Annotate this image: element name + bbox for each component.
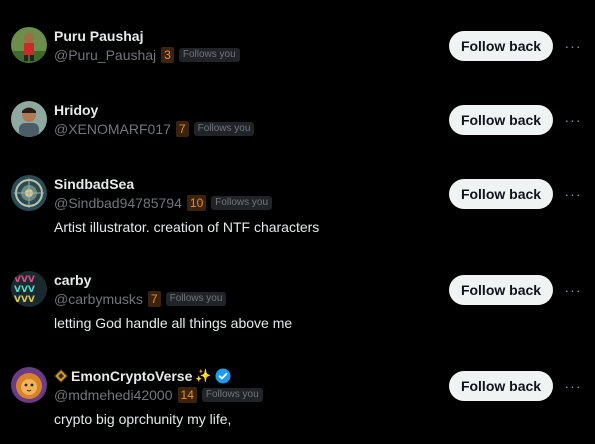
follow-back-button[interactable]: Follow back [449,31,553,61]
user-row[interactable]: VVV VVV VVV carby @carbymusks 7 Follows yo… [0,244,595,340]
user-name[interactable]: Puru Paushaj [54,28,143,44]
count-badge: 14 [177,387,197,403]
user-name[interactable]: Hridoy [54,102,98,118]
follow-back-button[interactable]: Follow back [449,371,553,401]
follow-back-button[interactable]: Follow back [449,105,553,135]
ornament-avatar[interactable] [11,175,47,211]
follows-you-badge: Follows you [211,196,273,210]
user-name[interactable]: SindbadSea [54,176,134,192]
lion-avatar[interactable] [11,367,47,403]
more-options-icon[interactable]: ··· [563,378,583,394]
handle-line: @Puru_Paushaj 3 Follows you [54,47,240,63]
handle-line: @mdmehedi42000 14 Follows you [54,387,263,403]
follow-back-button[interactable]: Follow back [449,179,553,209]
user-handle[interactable]: @XENOMARF017 [54,121,171,137]
user-row[interactable]: EmonCryptoVerse ✨ @mdmehedi42000 14 Foll… [0,340,595,444]
count-badge: 7 [175,121,189,137]
follows-you-badge: Follows you [201,388,263,402]
sparkle-icon: ✨ [195,368,212,383]
svg-text:VVV: VVV [14,295,35,305]
count-badge: 3 [161,47,174,63]
follows-you-badge: Follows you [165,292,227,306]
svg-text:VVV: VVV [14,285,35,295]
user-handle[interactable]: @Puru_Paushaj [54,47,156,63]
portrait-avatar[interactable] [11,101,47,137]
more-options-icon[interactable]: ··· [563,282,583,298]
user-handle[interactable]: @Sindbad94785794 [54,195,182,211]
more-options-icon[interactable]: ··· [563,38,583,54]
handle-line: @carbymusks 7 Follows you [54,291,227,307]
user-bio: letting God handle all things above me [54,315,293,331]
user-bio: crypto big oprchunity my life, [54,411,232,427]
follows-you-badge: Follows you [193,122,255,136]
user-handle[interactable]: @carbymusks [54,291,143,307]
more-options-icon[interactable]: ··· [563,112,583,128]
diamond-icon [54,369,68,383]
user-row[interactable]: Hridoy @XENOMARF017 7 Follows you Follow… [0,74,595,148]
soccer-player-avatar[interactable] [11,27,47,63]
more-options-icon[interactable]: ··· [563,186,583,202]
svg-text:VVV: VVV [14,275,35,285]
pattern-avatar[interactable]: VVV VVV VVV [11,271,47,307]
handle-line: @Sindbad94785794 10 Follows you [54,195,273,211]
follows-you-badge: Follows you [178,48,240,62]
user-name[interactable]: carby [54,272,91,288]
count-badge: 7 [147,291,161,307]
user-name[interactable]: EmonCryptoVerse ✨ [54,368,231,384]
user-bio: Artist illustrator. creation of NTF char… [54,219,320,235]
user-row[interactable]: SindbadSea @Sindbad94785794 10 Follows y… [0,148,595,244]
count-badge: 10 [186,195,207,211]
verified-badge-icon[interactable] [215,368,231,384]
handle-line: @XENOMARF017 7 Follows you [54,121,255,137]
follow-back-button[interactable]: Follow back [449,275,553,305]
user-row[interactable]: Puru Paushaj @Puru_Paushaj 3 Follows you… [0,0,595,74]
user-handle[interactable]: @mdmehedi42000 [54,387,173,403]
